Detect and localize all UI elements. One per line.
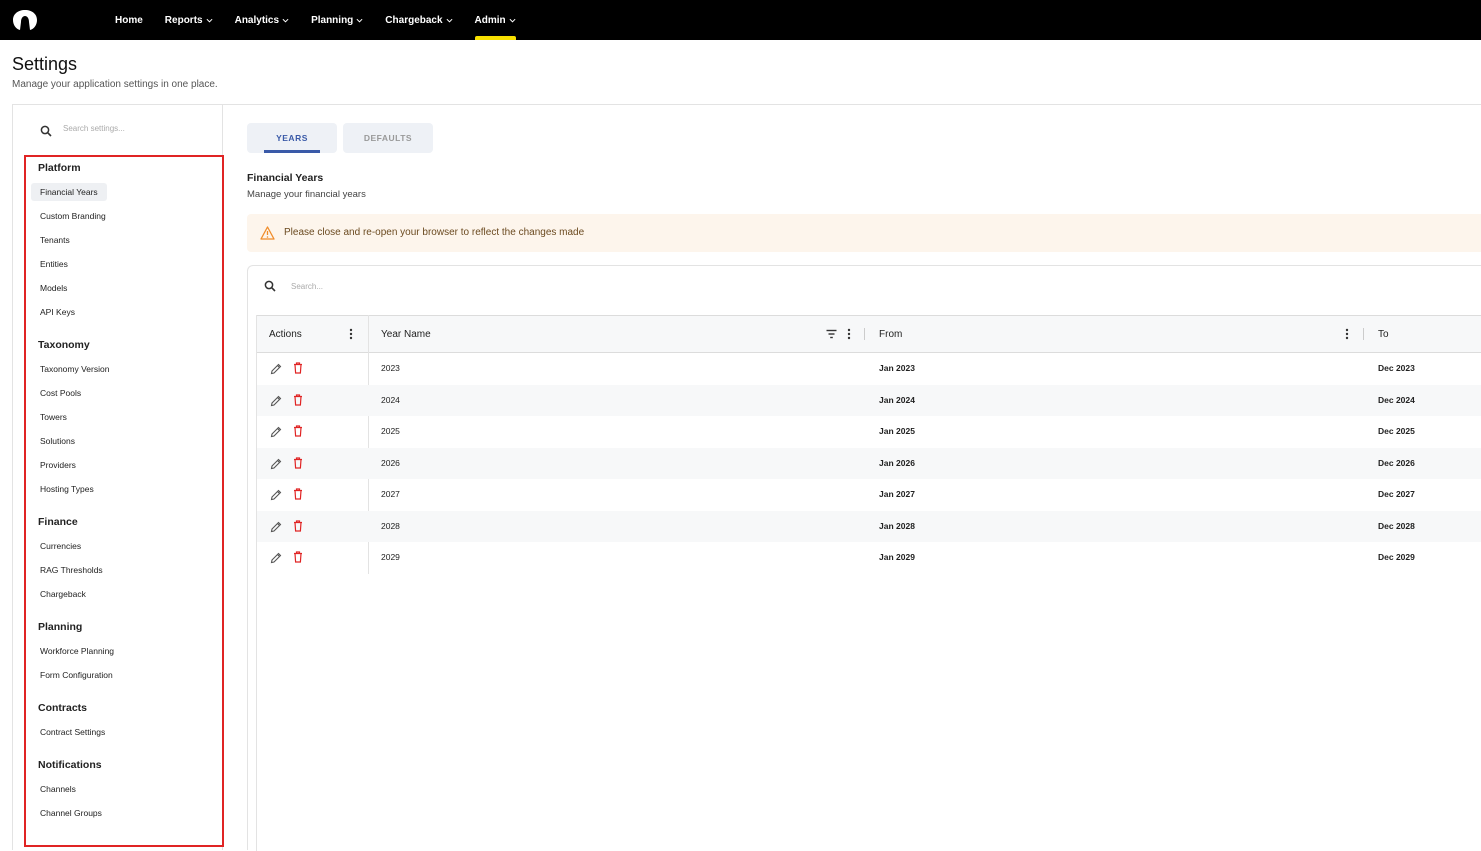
nav-item-label: Analytics (234, 14, 280, 26)
top-navbar: Home Reports Analytics Planning Chargeback Ad… (0, 0, 1481, 40)
tab-bar: YEARS DEFAULTS (247, 123, 433, 153)
cell-to: Dec 2025 (1378, 426, 1415, 436)
main-content: YEARS DEFAULTS Financial Years Manage you… (247, 104, 1481, 851)
column-resize-handle[interactable] (1363, 328, 1364, 340)
cell-from: Jan 2025 (879, 426, 915, 436)
edit-icon[interactable] (270, 489, 282, 501)
page-subtitle: Manage your application settings in one … (12, 79, 218, 90)
alert-text: Please close and re-open your browser to… (284, 227, 585, 238)
column-header-from[interactable]: From (879, 316, 902, 352)
cell-year-name: 2028 (381, 520, 400, 531)
table-row: 2026 Jan 2026 Dec 2026 (257, 447, 1481, 479)
main-nav: Home Reports Analytics Planning Chargeback Ad… (104, 0, 527, 40)
column-menu-icon[interactable] (349, 328, 353, 340)
delete-icon[interactable] (293, 551, 303, 563)
chevron-down-icon (509, 18, 516, 23)
column-menu-icon[interactable] (847, 328, 851, 340)
cell-from: Jan 2024 (879, 394, 915, 405)
edit-icon[interactable] (270, 552, 282, 564)
cell-to: Dec 2029 (1378, 552, 1415, 562)
tab-years[interactable]: YEARS (247, 123, 337, 153)
delete-icon[interactable] (293, 456, 303, 469)
nav-item-label: Chargeback (385, 14, 443, 26)
financial-years-grid: Actions Year Name From (247, 265, 1481, 851)
column-resize-handle[interactable] (864, 328, 865, 340)
table-row: 2025 Jan 2025 Dec 2025 (257, 416, 1481, 448)
nav-item-planning[interactable]: Planning (311, 0, 363, 40)
sidebar-highlight-box (24, 155, 224, 847)
tab-defaults[interactable]: DEFAULTS (343, 123, 433, 153)
cell-from: Jan 2026 (879, 457, 915, 468)
cell-to: Dec 2026 (1378, 457, 1415, 468)
table-row: 2024 Jan 2024 Dec 2024 (257, 384, 1481, 416)
warning-icon (260, 226, 275, 240)
warning-alert: Please close and re-open your browser to… (247, 214, 1481, 252)
nav-item-label: Admin (474, 14, 506, 26)
tab-label: YEARS (276, 133, 308, 143)
chevron-down-icon (356, 18, 363, 23)
delete-icon[interactable] (293, 362, 303, 374)
nav-item-label: Planning (311, 14, 354, 26)
edit-icon[interactable] (270, 458, 282, 470)
section-subtitle: Manage your financial years (247, 189, 366, 200)
chevron-down-icon (282, 18, 289, 23)
nav-item-home[interactable]: Home (115, 0, 143, 40)
cell-year-name: 2025 (381, 426, 400, 436)
delete-icon[interactable] (293, 393, 303, 406)
cell-from: Jan 2023 (879, 363, 915, 373)
page-title: Settings (12, 54, 78, 74)
table-row: 2027 Jan 2027 Dec 2027 (257, 479, 1481, 511)
column-header-year-name[interactable]: Year Name (381, 316, 431, 352)
search-icon (264, 280, 276, 292)
table-row: 2028 Jan 2028 Dec 2028 (257, 510, 1481, 542)
section-title: Financial Years (247, 172, 324, 184)
sidebar-search-input[interactable] (63, 124, 203, 133)
cell-year-name: 2023 (381, 363, 400, 373)
nav-item-label: Home (115, 14, 143, 26)
tab-label: DEFAULTS (363, 133, 413, 143)
table-row: 2029 Jan 2029 Dec 2029 (257, 542, 1481, 574)
delete-icon[interactable] (293, 519, 303, 532)
cell-to: Dec 2028 (1378, 520, 1415, 531)
filter-icon[interactable] (826, 329, 837, 339)
edit-icon[interactable] (270, 521, 282, 533)
column-menu-icon[interactable] (1345, 328, 1349, 340)
column-header-actions[interactable]: Actions (269, 316, 302, 352)
years-table: Actions Year Name From To 2023 Jan 2023 … (256, 315, 1481, 851)
edit-icon[interactable] (270, 426, 282, 438)
cell-from: Jan 2029 (879, 552, 915, 562)
delete-icon[interactable] (293, 488, 303, 500)
nav-active-indicator (474, 36, 516, 40)
tab-active-underline (264, 150, 320, 153)
sidebar-search (13, 104, 222, 154)
cell-from: Jan 2028 (879, 520, 915, 531)
nav-item-label: Reports (164, 14, 203, 26)
table-row: 2023 Jan 2023 Dec 2023 (257, 353, 1481, 385)
cell-to: Dec 2024 (1378, 394, 1415, 405)
nav-item-admin[interactable]: Admin (474, 0, 516, 40)
table-header: Actions Year Name From To (257, 315, 1481, 353)
column-header-to[interactable]: To (1378, 316, 1389, 352)
brand-logo-icon[interactable] (11, 8, 39, 32)
cell-to: Dec 2027 (1378, 489, 1415, 499)
chevron-down-icon (446, 18, 453, 23)
cell-year-name: 2024 (381, 394, 400, 405)
edit-icon[interactable] (270, 363, 282, 375)
edit-icon[interactable] (270, 395, 282, 407)
delete-icon[interactable] (293, 425, 303, 437)
search-icon (40, 125, 52, 137)
nav-item-analytics[interactable]: Analytics (235, 0, 289, 40)
cell-year-name: 2027 (381, 489, 400, 499)
cell-year-name: 2029 (381, 552, 400, 562)
cell-to: Dec 2023 (1378, 363, 1415, 373)
cell-year-name: 2026 (381, 457, 400, 468)
cell-from: Jan 2027 (879, 489, 915, 499)
grid-search-input[interactable] (291, 282, 491, 291)
nav-item-chargeback[interactable]: Chargeback (385, 0, 453, 40)
chevron-down-icon (206, 18, 213, 23)
nav-item-reports[interactable]: Reports (165, 0, 213, 40)
